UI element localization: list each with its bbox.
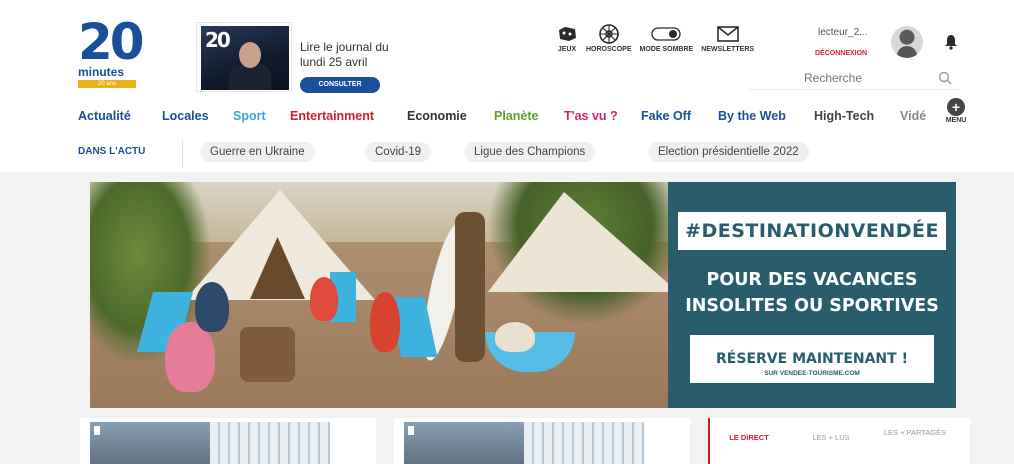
newsletters-link[interactable]: NEWSLETTERS xyxy=(701,24,754,53)
tab-les-plus-lus[interactable]: LES + LUS xyxy=(796,418,866,464)
trending-pill-presidential-election[interactable]: Election présidentielle 2022 xyxy=(648,142,809,162)
search-icon[interactable] xyxy=(938,71,952,90)
header-tools: JEUX HOROSCOPE MODE SOMBRE NEWSLETTERS xyxy=(556,24,762,53)
bookmark-icon[interactable] xyxy=(94,426,100,435)
search-bar xyxy=(748,68,960,90)
nav-entertainment[interactable]: Entertainment xyxy=(290,104,374,128)
dark-mode-toggle[interactable]: MODE SOMBRE xyxy=(639,24,694,53)
menu-label: MENU xyxy=(945,117,967,124)
ad-claim-line-1: POUR DES VACANCES xyxy=(706,270,918,290)
journal-cover-logo: 20 xyxy=(205,28,231,52)
trending-pill-champions-league[interactable]: Ligue des Champions xyxy=(464,142,596,162)
nav-economie[interactable]: Economie xyxy=(407,104,467,128)
newsletters-label: NEWSLETTERS xyxy=(701,46,755,53)
logout-link[interactable]: DÉCONNEXION xyxy=(815,50,867,57)
plus-icon: + xyxy=(947,98,965,116)
trending-pill-ukraine[interactable]: Guerre en Ukraine xyxy=(200,142,315,162)
horoscope-link[interactable]: HOROSCOPE xyxy=(586,24,632,53)
journal-cover-image: 20 xyxy=(201,26,289,90)
site-logo[interactable]: 20 minutes 20 ans xyxy=(78,13,148,96)
nav-actualite[interactable]: Actualité xyxy=(78,104,131,128)
trending-bar: DANS L'ACTU Guerre en Ukraine Covid-19 L… xyxy=(0,136,1014,170)
horoscope-wheel-icon xyxy=(598,24,620,44)
search-input[interactable] xyxy=(748,68,918,88)
article-card[interactable] xyxy=(394,418,690,464)
main-nav: Actualité Locales Sport Entertainment Ec… xyxy=(78,104,948,128)
article-card[interactable] xyxy=(80,418,376,464)
dark-mode-toggle-icon xyxy=(651,24,681,44)
dark-mode-label: MODE SOMBRE xyxy=(639,46,694,53)
envelope-icon xyxy=(716,24,740,44)
horoscope-label: HOROSCOPE xyxy=(586,46,632,53)
consult-journal-button[interactable]: CONSULTER xyxy=(300,77,380,93)
bookmark-icon[interactable] xyxy=(408,426,414,435)
tab-le-direct[interactable]: LE DIRECT xyxy=(708,418,788,464)
trending-label: DANS L'ACTU xyxy=(78,146,146,157)
username[interactable]: lecteur_2... xyxy=(818,27,867,38)
games-label: JEUX xyxy=(557,46,577,53)
trending-pill-covid[interactable]: Covid-19 xyxy=(365,142,432,162)
ad-cta-button[interactable]: RÉSERVE MAINTENANT ! SUR VENDEE-TOURISME… xyxy=(690,335,934,383)
games-link[interactable]: JEUX xyxy=(556,24,578,53)
ad-cta-url: SUR VENDEE-TOURISME.COM xyxy=(764,369,860,377)
live-tabs: LE DIRECT LES + LUS LES + PARTAGÉS xyxy=(708,418,970,464)
logo-anniversary-badge: 20 ans xyxy=(78,80,136,88)
ad-panel[interactable]: #DESTINATIONVENDÉE POUR DES VACANCES INS… xyxy=(668,182,956,408)
ad-cta-label: RÉSERVE MAINTENANT ! xyxy=(716,350,908,367)
nav-locales[interactable]: Locales xyxy=(162,104,209,128)
menu-button[interactable]: + MENU xyxy=(942,98,970,130)
avatar[interactable] xyxy=(891,26,923,58)
nav-videos[interactable]: Vidé xyxy=(900,104,926,128)
ad-claim: POUR DES VACANCES INSOLITES OU SPORTIVES xyxy=(668,267,956,319)
ad-claim-line-2: INSOLITES OU SPORTIVES xyxy=(685,296,939,316)
nav-sport[interactable]: Sport xyxy=(233,104,266,128)
ad-hashtag: #DESTINATIONVENDÉE xyxy=(678,212,946,250)
ad-photo[interactable] xyxy=(90,182,668,408)
divider xyxy=(182,140,183,168)
journal-date: lundi 25 avril xyxy=(300,55,368,69)
journal-line-1: Lire le journal du xyxy=(300,40,389,54)
bell-icon[interactable] xyxy=(944,34,958,55)
logo-number: 20 xyxy=(78,13,145,71)
nav-planete[interactable]: Planète xyxy=(494,104,538,128)
nav-by-the-web[interactable]: By the Web xyxy=(718,104,786,128)
gamepad-icon xyxy=(556,24,578,44)
tab-les-plus-partages[interactable]: LES + PARTAGÉS xyxy=(880,418,950,464)
journal-thumbnail[interactable]: 20 xyxy=(196,22,292,92)
nav-tas-vu[interactable]: T'as vu ? xyxy=(564,104,618,128)
nav-fake-off[interactable]: Fake Off xyxy=(641,104,691,128)
journal-caption: Lire le journal du lundi 25 avril xyxy=(300,40,389,70)
nav-high-tech[interactable]: High-Tech xyxy=(814,104,874,128)
